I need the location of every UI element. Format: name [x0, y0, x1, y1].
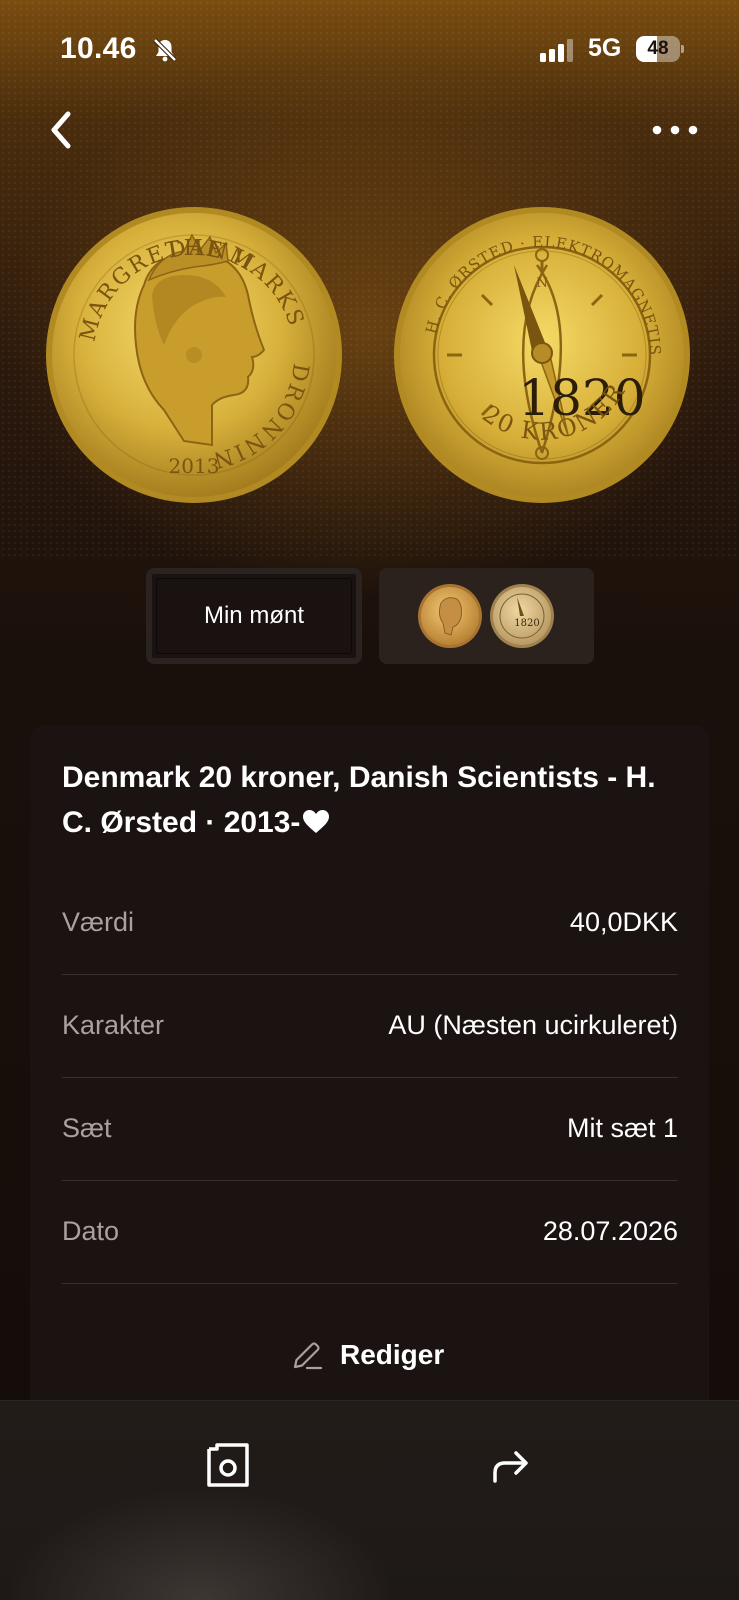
coin-obverse-image[interactable]: MARGRETHE II DANMARKS DRONNING 2013	[44, 205, 344, 505]
coin-title-text: Denmark 20 kroner, Danish Scientists - H…	[62, 761, 656, 839]
edit-label: Rediger	[340, 1339, 445, 1370]
detail-value: Mit sæt 1	[566, 1113, 678, 1143]
camera-frame-icon[interactable]	[203, 1441, 251, 1489]
heart-icon[interactable]	[302, 809, 330, 835]
pencil-icon	[293, 1342, 323, 1370]
detail-label: Sæt	[62, 1113, 112, 1143]
back-button[interactable]	[42, 104, 82, 156]
coin-reverse-image[interactable]: N H. C. ØRSTED · ELEKTROMAGNETISME 1820 …	[392, 205, 692, 505]
reverse-north-mark: N	[536, 276, 547, 291]
detail-value: 28.07.2026	[542, 1216, 678, 1246]
reverse-thumbnail: 1820	[490, 584, 554, 648]
detail-row-set[interactable]: Sæt Mit sæt 1	[62, 1077, 678, 1181]
share-arrow-icon[interactable]	[489, 1443, 533, 1487]
battery-level: 48	[647, 38, 669, 59]
obverse-thumbnail	[418, 584, 482, 648]
battery-icon: 48	[636, 36, 684, 62]
bell-slash-icon	[153, 38, 177, 62]
edit-button[interactable]: Rediger	[290, 1330, 490, 1380]
detail-value: AU (Næsten ucirkuleret)	[388, 1010, 678, 1040]
coin-title: Denmark 20 kroner, Danish Scientists - H…	[62, 755, 682, 845]
tab-reference-images[interactable]: 1820	[379, 568, 594, 664]
more-options-button[interactable]	[648, 112, 702, 148]
detail-label: Karakter	[62, 1010, 165, 1040]
detail-row-date[interactable]: Dato 28.07.2026	[62, 1180, 678, 1284]
tab-my-coin-label: Min mønt	[203, 602, 304, 629]
detail-value: 40,0DKK	[569, 907, 678, 937]
tab-my-coin[interactable]: Min mønt	[146, 568, 362, 664]
image-tabs: Min mønt 1820	[146, 568, 594, 664]
detail-row-value[interactable]: Værdi 40,0DKK	[62, 871, 678, 975]
status-time: 10.46	[60, 32, 137, 65]
status-bar: 10.46 5G 48	[0, 30, 739, 70]
bottom-toolbar	[0, 1400, 739, 1600]
detail-label: Dato	[62, 1216, 120, 1246]
coin-details-card: Denmark 20 kroner, Danish Scientists - H…	[30, 725, 709, 1425]
cellular-signal-icon	[540, 39, 573, 62]
detail-label: Værdi	[62, 907, 135, 937]
obverse-year: 2013	[169, 454, 220, 478]
network-type: 5G	[588, 34, 622, 62]
svg-text:1820: 1820	[514, 618, 539, 629]
detail-row-grade[interactable]: Karakter AU (Næsten ucirkuleret)	[62, 974, 678, 1078]
